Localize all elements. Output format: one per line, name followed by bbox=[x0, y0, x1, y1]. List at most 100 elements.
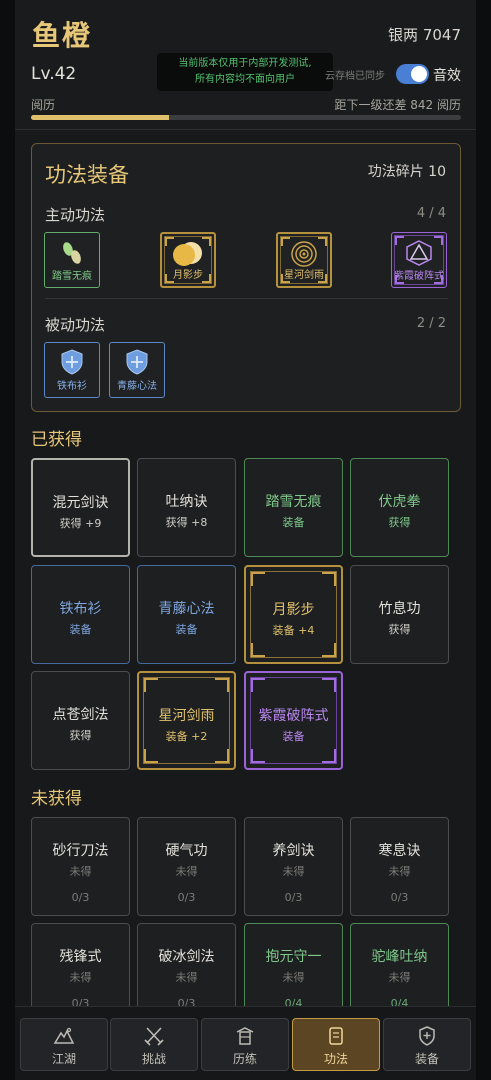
skill-status: 未得 bbox=[388, 971, 411, 984]
nav-tab[interactable]: 江湖 bbox=[20, 1018, 108, 1071]
equip-slot[interactable]: 星河剑雨 bbox=[276, 232, 332, 288]
equip-slot-label: 月影步 bbox=[173, 270, 203, 281]
skill-status: 未得 bbox=[175, 971, 198, 984]
skill-name: 砂行刀法 bbox=[52, 843, 109, 859]
divider bbox=[45, 298, 448, 299]
skill-status: 获得 bbox=[69, 729, 92, 742]
equip-slot[interactable]: 踏雪无痕 bbox=[44, 232, 100, 288]
ornament-corner bbox=[144, 749, 158, 763]
owned-skill-card[interactable]: 青藤心法 装备 bbox=[137, 565, 236, 664]
ornament-corner bbox=[322, 572, 336, 586]
sound-toggle[interactable] bbox=[396, 64, 429, 84]
currency-display: 银两 7047 bbox=[388, 26, 461, 44]
skill-name: 伏虎拳 bbox=[378, 494, 421, 510]
owned-skill-card[interactable]: 伏虎拳 获得 bbox=[350, 458, 449, 557]
skill-name: 硬气功 bbox=[165, 843, 208, 859]
ornament-corner bbox=[434, 236, 443, 245]
nav-tab[interactable]: 装备 bbox=[383, 1018, 471, 1071]
skill-name: 残锋式 bbox=[59, 949, 102, 965]
equip-slot[interactable]: 月影步 bbox=[160, 232, 216, 288]
nav-tab[interactable]: 挑战 bbox=[110, 1018, 198, 1071]
dev-notice-line-2: 所有内容均不面向用户 bbox=[195, 74, 295, 85]
ornament-corner bbox=[322, 678, 336, 692]
equip-slot[interactable]: 紫霞破阵式 bbox=[391, 232, 447, 288]
skill-status: 获得 bbox=[388, 623, 411, 636]
sound-label: 音效 bbox=[433, 68, 461, 84]
exp-remaining: 距下一级还差 842 阅历 bbox=[334, 98, 461, 112]
skill-name: 铁布衫 bbox=[59, 601, 102, 617]
player-level: Lv.42 bbox=[31, 64, 77, 84]
skill-name: 竹息功 bbox=[378, 601, 421, 617]
skill-progress: 0/3 bbox=[71, 891, 90, 904]
nav-tab[interactable]: 历练 bbox=[201, 1018, 289, 1071]
skill-name: 踏雪无痕 bbox=[265, 494, 322, 510]
active-skills-count: 4 / 4 bbox=[416, 206, 446, 221]
equip-slot-label: 铁布衫 bbox=[57, 381, 87, 392]
owned-skill-card[interactable]: 竹息功 获得 bbox=[350, 565, 449, 664]
ornament-corner bbox=[144, 678, 158, 692]
owned-skill-card[interactable]: 混元剑诀 获得 +9 bbox=[31, 458, 130, 557]
skill-status: 装备 bbox=[282, 730, 305, 743]
skill-progress: 0/3 bbox=[390, 891, 409, 904]
exp-progress-fill bbox=[31, 115, 169, 120]
unowned-heading: 未获得 bbox=[31, 789, 82, 809]
nav-tab[interactable]: 功法 bbox=[292, 1018, 380, 1071]
ornament-corner bbox=[251, 749, 265, 763]
skill-status: 获得 bbox=[388, 516, 411, 529]
skill-status: 装备 bbox=[69, 623, 92, 636]
skill-name: 抱元守一 bbox=[265, 949, 322, 965]
unowned-skill-card[interactable]: 砂行刀法未得 0/3 bbox=[31, 817, 130, 916]
owned-skill-card[interactable]: 星河剑雨 装备 +2 bbox=[137, 671, 236, 770]
passive-skills-title: 被动功法 bbox=[45, 316, 106, 334]
equip-slot-label: 踏雪无痕 bbox=[52, 271, 92, 282]
exp-label: 阅历 bbox=[31, 98, 56, 112]
equip-slot[interactable]: 铁布衫 bbox=[44, 342, 100, 398]
skill-status: 获得 +8 bbox=[165, 516, 208, 529]
skill-name: 破冰剑法 bbox=[158, 949, 215, 965]
ornament-corner bbox=[322, 643, 336, 657]
unowned-skill-card[interactable]: 养剑诀 未得 0/3 bbox=[244, 817, 343, 916]
nav-tab-label: 历练 bbox=[232, 1052, 257, 1066]
bottom-nav: 江湖 挑战 历练 功法 装备 bbox=[15, 1006, 476, 1080]
app-root: 鱼橙 银两 7047 Lv.42 当前版本仅用于内部开发测试, 所有内容均不面向… bbox=[15, 0, 476, 1080]
ornament-corner bbox=[395, 236, 404, 245]
passive-skills-count: 2 / 2 bbox=[416, 316, 446, 331]
skill-name: 青藤心法 bbox=[158, 601, 215, 617]
skill-progress: 0/3 bbox=[177, 891, 196, 904]
unowned-skill-card[interactable]: 寒息诀 未得 0/3 bbox=[350, 817, 449, 916]
owned-skill-card[interactable]: 踏雪无痕 装备 bbox=[244, 458, 343, 557]
skill-name: 混元剑诀 bbox=[52, 495, 109, 511]
equip-slot-label: 星河剑雨 bbox=[284, 270, 324, 281]
fragment-count: 功法碎片 10 bbox=[367, 164, 446, 180]
equip-slot-label: 紫霞破阵式 bbox=[394, 271, 444, 282]
skill-name: 养剑诀 bbox=[272, 843, 315, 859]
skill-status: 未得 bbox=[282, 971, 305, 984]
skill-name: 驼峰吐纳 bbox=[371, 949, 428, 965]
skill-name: 寒息诀 bbox=[378, 843, 421, 859]
equip-slot[interactable]: 青藤心法 bbox=[109, 342, 165, 398]
nav-tab-label: 江湖 bbox=[51, 1052, 76, 1066]
owned-skill-card[interactable]: 铁布衫 装备 bbox=[31, 565, 130, 664]
skill-name: 紫霞破阵式 bbox=[258, 708, 329, 724]
skill-name: 月影步 bbox=[272, 602, 315, 618]
dev-notice-toast: 当前版本仅用于内部开发测试, 所有内容均不面向用户 bbox=[157, 53, 333, 91]
owned-skill-card[interactable]: 吐纳诀获得 +8 bbox=[137, 458, 236, 557]
skill-status: 未得 bbox=[69, 865, 92, 878]
owned-skill-card[interactable]: 点苍剑法 获得 bbox=[31, 671, 130, 770]
skill-name: 点苍剑法 bbox=[52, 707, 109, 723]
skill-name: 吐纳诀 bbox=[165, 494, 208, 510]
owned-skill-card[interactable]: 紫霞破阵式 装备 bbox=[244, 671, 343, 770]
ornament-corner bbox=[322, 749, 336, 763]
nav-tab-label: 装备 bbox=[414, 1052, 439, 1066]
skill-status: 未得 bbox=[69, 971, 92, 984]
ornament-corner bbox=[251, 678, 265, 692]
ornament-corner bbox=[318, 237, 327, 246]
ornament-corner bbox=[251, 572, 265, 586]
dev-notice-line-1: 当前版本仅用于内部开发测试, bbox=[178, 58, 312, 69]
ornament-corner bbox=[215, 749, 229, 763]
unowned-skill-card[interactable]: 硬气功 未得 0/3 bbox=[137, 817, 236, 916]
player-name: 鱼橙 bbox=[32, 19, 93, 52]
owned-skill-card[interactable]: 月影步 装备 +4 bbox=[244, 565, 343, 664]
toggle-knob bbox=[411, 66, 427, 82]
skill-status: 未得 bbox=[282, 865, 305, 878]
